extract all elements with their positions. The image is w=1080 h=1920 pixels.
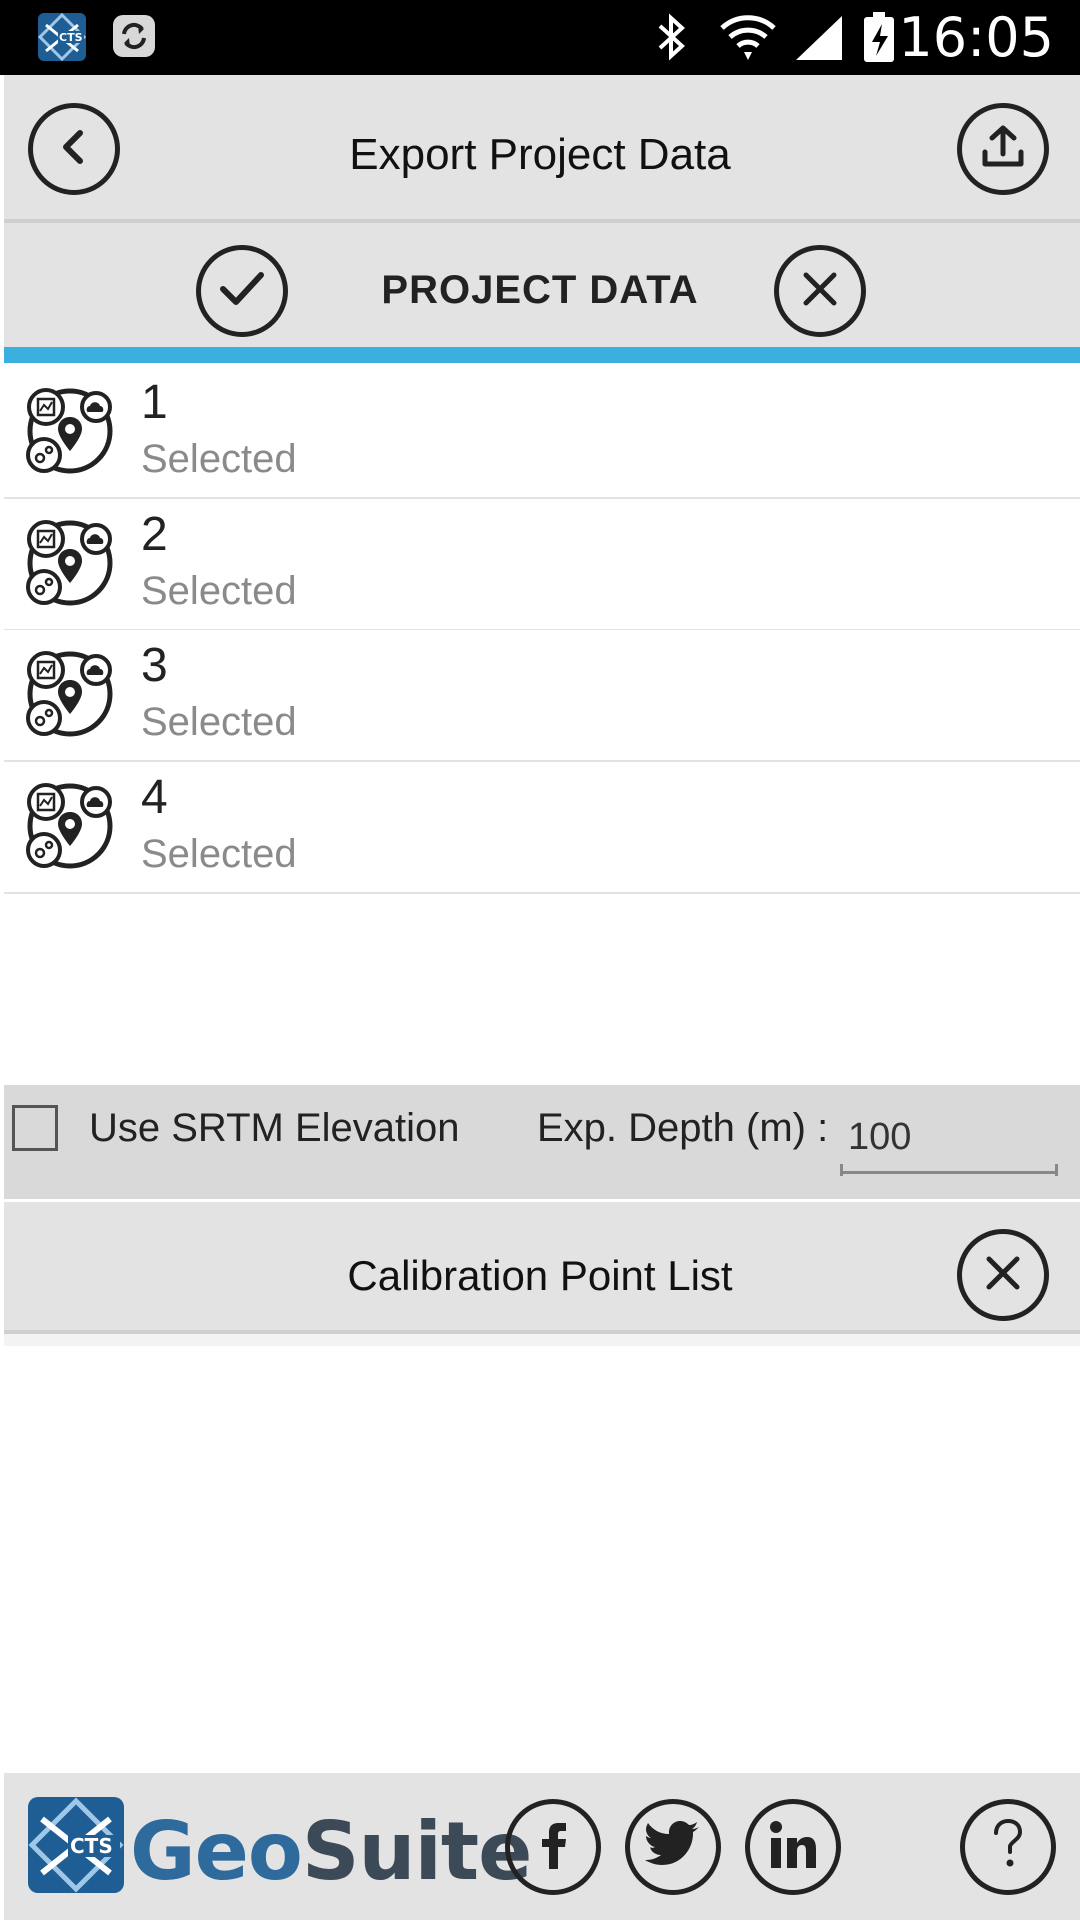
signal-icon (792, 12, 846, 67)
srtm-checkbox[interactable] (12, 1105, 58, 1151)
project-name: 4 (141, 770, 168, 824)
export-upload-button[interactable] (957, 103, 1049, 195)
project-status: Selected (141, 437, 297, 481)
brand-suite: Suite (301, 1805, 532, 1898)
calibration-title: Calibration Point List (347, 1252, 733, 1299)
project-name: 1 (141, 376, 168, 429)
svg-text:CTS: CTS (59, 31, 83, 44)
section-title: PROJECT DATA (381, 268, 699, 312)
exp-depth-label: Exp. Depth (m) : (537, 1106, 829, 1150)
svg-text:CTS: CTS (70, 1834, 113, 1858)
facebook-icon (533, 1817, 573, 1878)
sync-icon (112, 14, 156, 63)
cts-logo-icon: CTS (26, 1795, 126, 1900)
close-icon (800, 269, 840, 314)
upload-icon (980, 124, 1026, 175)
exp-depth-input-underline (840, 1164, 1058, 1176)
close-icon (983, 1253, 1023, 1298)
project-icon (24, 780, 116, 877)
brand-geo: Geo (130, 1805, 303, 1898)
facebook-button[interactable] (505, 1799, 601, 1895)
help-icon (988, 1817, 1028, 1878)
twitter-button[interactable] (625, 1799, 721, 1895)
twitter-icon (645, 1820, 701, 1874)
project-row[interactable]: 1 Selected (4, 367, 1080, 499)
project-name: 3 (141, 639, 168, 692)
cts-app-icon: CTS (36, 11, 88, 68)
bluetooth-icon (652, 12, 692, 67)
srtm-label: Use SRTM Elevation (89, 1106, 460, 1150)
project-row[interactable]: 3 Selected (4, 630, 1080, 762)
clock: 16:05 (898, 6, 1054, 69)
project-status: Selected (141, 568, 297, 613)
calibration-close-button[interactable] (957, 1229, 1049, 1321)
linkedin-button[interactable] (745, 1799, 841, 1895)
battery-charging-icon (862, 10, 896, 69)
deselect-all-button[interactable] (774, 245, 866, 337)
geosuite-brand: GeoSuite (130, 1805, 532, 1898)
project-icon (24, 385, 116, 482)
calibration-point-list (4, 1334, 1080, 1346)
accent-divider (4, 347, 1080, 363)
project-row[interactable]: 4 Selected (4, 761, 1080, 894)
linkedin-icon (768, 1820, 818, 1875)
project-row[interactable]: 2 Selected (4, 498, 1080, 631)
status-bar: CTS 16:05 (0, 0, 1080, 75)
help-button[interactable] (960, 1799, 1056, 1895)
project-icon (24, 648, 116, 745)
project-status: Selected (141, 700, 297, 744)
wifi-icon (718, 8, 778, 69)
project-status: Selected (141, 831, 297, 876)
page-title: Export Project Data (349, 130, 731, 179)
project-name: 2 (141, 507, 168, 561)
project-icon (24, 517, 116, 614)
